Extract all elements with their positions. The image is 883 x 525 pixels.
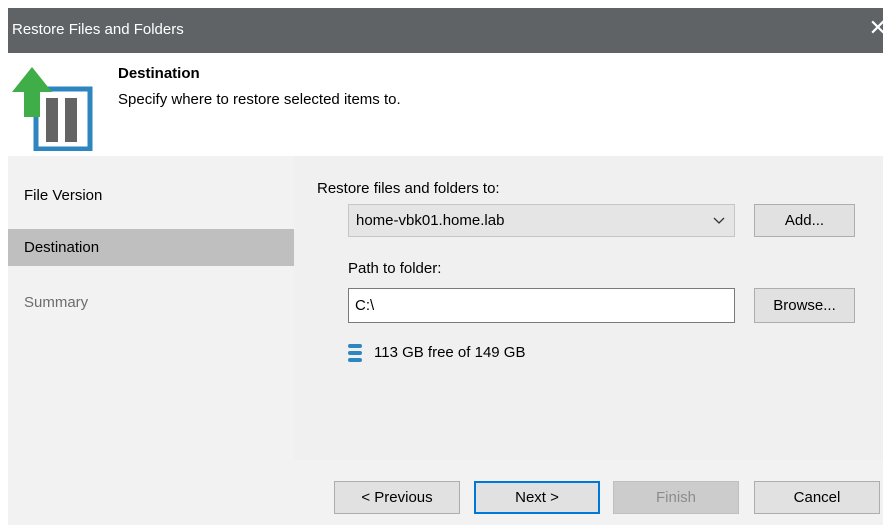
title-bar: Restore Files and Folders ✕ bbox=[8, 8, 883, 53]
next-button[interactable]: Next > bbox=[474, 481, 600, 514]
server-select-value: home-vbk01.home.lab bbox=[356, 212, 505, 229]
path-input[interactable] bbox=[348, 288, 735, 323]
nav-item-destination[interactable]: Destination bbox=[8, 229, 294, 266]
path-label: Path to folder: bbox=[348, 260, 442, 277]
nav-item-file-version[interactable]: File Version bbox=[8, 177, 294, 214]
wizard-steps-nav: File Version Destination Summary bbox=[8, 156, 294, 460]
nav-item-summary: Summary bbox=[24, 294, 89, 311]
window-title: Restore Files and Folders bbox=[12, 21, 184, 38]
add-server-button[interactable]: Add... bbox=[754, 204, 855, 237]
step-title: Destination bbox=[118, 65, 200, 82]
free-space-label: 113 GB free of 149 GB bbox=[374, 344, 526, 361]
restore-dialog: Restore Files and Folders ✕ Destination … bbox=[0, 0, 883, 525]
wizard-footer: < Previous Next > Finish Cancel bbox=[8, 460, 883, 525]
server-select[interactable]: home-vbk01.home.lab bbox=[348, 204, 735, 237]
finish-button: Finish bbox=[613, 481, 739, 514]
wizard-header: Destination Specify where to restore sel… bbox=[8, 53, 883, 156]
destination-panel: Restore files and folders to: home-vbk01… bbox=[294, 156, 883, 460]
close-icon[interactable]: ✕ bbox=[869, 17, 883, 39]
chevron-down-icon bbox=[713, 217, 725, 224]
restore-arrow-icon bbox=[12, 67, 93, 151]
restore-to-label: Restore files and folders to: bbox=[317, 180, 500, 197]
browse-button[interactable]: Browse... bbox=[754, 288, 855, 323]
database-icon bbox=[348, 344, 362, 362]
step-subtitle: Specify where to restore selected items … bbox=[118, 91, 401, 108]
cancel-button[interactable]: Cancel bbox=[754, 481, 880, 514]
previous-button[interactable]: < Previous bbox=[334, 481, 460, 514]
